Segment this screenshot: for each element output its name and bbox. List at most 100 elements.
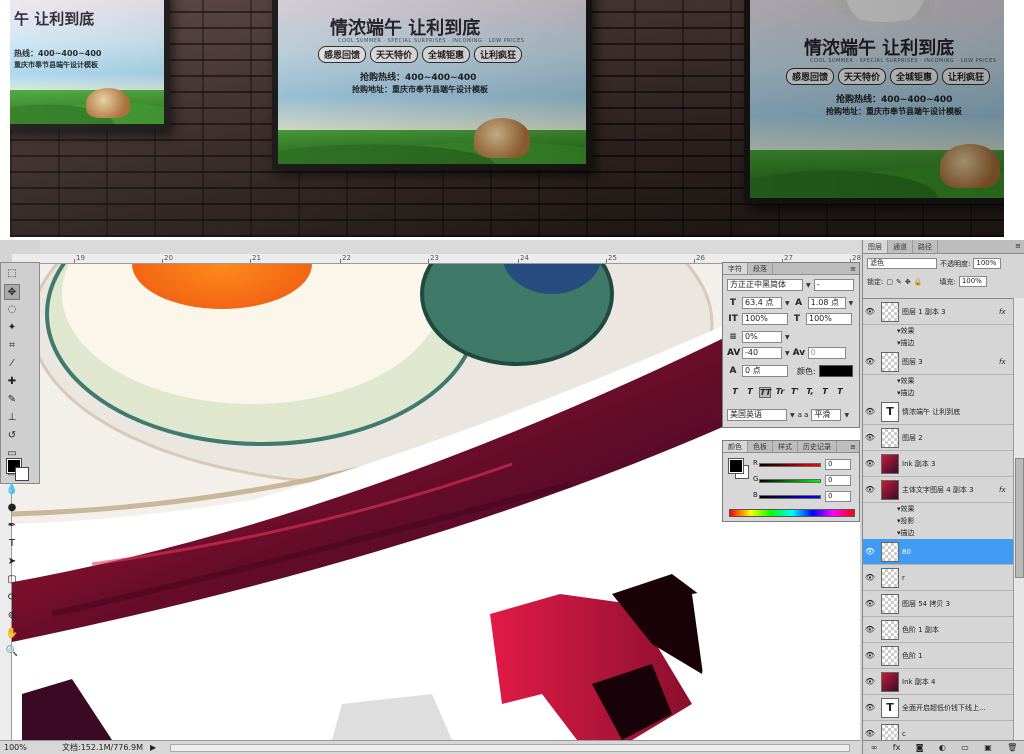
layer-row[interactable]: 👁 T 情浓端午 让利到底	[863, 399, 1013, 425]
scrollbar-thumb[interactable]	[1015, 458, 1024, 578]
brush-tool-icon[interactable]: ✎	[4, 392, 20, 408]
subscript-button[interactable]: T,	[804, 387, 816, 398]
add-style-icon[interactable]: fx	[893, 741, 901, 754]
layer-effect-item[interactable]: ▾ 效果	[863, 503, 1013, 515]
layers-scrollbar[interactable]	[1013, 298, 1024, 740]
magic-wand-tool-icon[interactable]: ✦	[4, 320, 20, 336]
layer-fx-badge[interactable]: fx	[999, 308, 1013, 316]
lock-paint-icon[interactable]: ✎	[896, 278, 902, 286]
chevron-down-icon[interactable]: ▼	[785, 334, 790, 341]
horizontal-scrollbar[interactable]	[170, 744, 850, 752]
tab-history[interactable]: 历史记录	[798, 441, 837, 452]
3d-rotate-tool-icon[interactable]: ⟳	[4, 590, 20, 606]
layer-row[interactable]: 👁 图层 1 副本 3 fx	[863, 299, 1013, 325]
layer-row[interactable]: 👁 Ink 副本 3	[863, 451, 1013, 477]
green-slider[interactable]	[759, 479, 821, 483]
chevron-down-icon[interactable]: ▼	[849, 300, 854, 307]
red-value-field[interactable]: 0	[825, 459, 851, 470]
visibility-eye-icon[interactable]: 👁	[863, 307, 877, 316]
layer-row[interactable]: 👁 Ink 副本 4	[863, 669, 1013, 695]
crop-tool-icon[interactable]: ⌗	[4, 338, 20, 354]
leading-field[interactable]: 1.08 点	[807, 297, 846, 309]
red-slider[interactable]	[759, 463, 821, 467]
layer-row[interactable]: 👁 色阶 1 副本	[863, 617, 1013, 643]
underline-button[interactable]: T	[819, 387, 831, 398]
small-caps-button[interactable]: Tr	[774, 387, 786, 398]
type-tool-icon[interactable]: T	[4, 536, 20, 552]
tab-layers[interactable]: 图层	[863, 240, 888, 253]
visibility-eye-icon[interactable]: 👁	[863, 547, 877, 556]
background-color-swatch[interactable]	[15, 467, 29, 481]
layer-row[interactable]: 👁 T 全面开启超低价钱下线上...	[863, 695, 1013, 721]
document-size-info[interactable]: 文档:152.1M/776.9M	[62, 741, 143, 754]
path-selection-tool-icon[interactable]: ➤	[4, 554, 20, 570]
visibility-eye-icon[interactable]: 👁	[863, 599, 877, 608]
pen-tool-icon[interactable]: ✒	[4, 518, 20, 534]
adjustment-layer-icon[interactable]: ◐	[939, 741, 946, 754]
layer-row[interactable]: 👁 色阶 1	[863, 643, 1013, 669]
layer-effect-item[interactable]: ▾ 投影	[863, 515, 1013, 527]
baseline-shift-field[interactable]: 0 点	[742, 365, 788, 377]
3d-orbit-tool-icon[interactable]: ⊚	[4, 608, 20, 624]
link-layers-icon[interactable]: ∞	[871, 741, 878, 754]
lock-move-icon[interactable]: ✥	[905, 278, 911, 286]
dodge-tool-icon[interactable]: ●	[4, 500, 20, 516]
document-tab[interactable]	[40, 240, 860, 254]
visibility-eye-icon[interactable]: 👁	[863, 407, 877, 416]
fill-field[interactable]: 100%	[958, 276, 987, 287]
opacity-field[interactable]: 100%	[973, 258, 1002, 269]
faux-italic-button[interactable]: T	[744, 387, 756, 398]
superscript-button[interactable]: T'	[789, 387, 801, 398]
color-spectrum-bar[interactable]	[729, 509, 855, 517]
faux-bold-button[interactable]: T	[729, 387, 741, 398]
visibility-eye-icon[interactable]: 👁	[863, 433, 877, 442]
layer-effect-item[interactable]: ▾ 描边	[863, 337, 1013, 349]
tab-character[interactable]: 字符	[723, 263, 748, 274]
chevron-down-icon[interactable]: ▼	[790, 412, 795, 419]
blend-mode-select[interactable]: 滤色	[867, 258, 937, 269]
language-select[interactable]: 美国英语	[727, 409, 787, 421]
lock-transparency-icon[interactable]: ▢	[886, 278, 893, 286]
clone-stamp-tool-icon[interactable]: ⊥	[4, 410, 20, 426]
delete-layer-icon[interactable]: 🗑	[1007, 741, 1017, 754]
strikethrough-button[interactable]: T	[834, 387, 846, 398]
visibility-eye-icon[interactable]: 👁	[863, 573, 877, 582]
lasso-tool-icon[interactable]: ◌	[4, 302, 20, 318]
layer-row[interactable]: 👁 图层 3 fx	[863, 349, 1013, 375]
move-tool-icon[interactable]: ✥	[4, 284, 20, 300]
tab-paths[interactable]: 路径	[913, 240, 938, 253]
horizontal-scale-field[interactable]: 100%	[806, 313, 852, 325]
shape-tool-icon[interactable]: ▢	[4, 572, 20, 588]
marquee-tool-icon[interactable]: ⬚	[4, 266, 20, 282]
antialias-select[interactable]: 平滑	[811, 409, 842, 421]
layer-fx-badge[interactable]: fx	[999, 358, 1013, 366]
visibility-eye-icon[interactable]: 👁	[863, 729, 877, 738]
layer-effect-item[interactable]: ▾ 效果	[863, 375, 1013, 387]
tab-styles[interactable]: 样式	[773, 441, 798, 452]
panel-menu-icon[interactable]: ≡	[847, 263, 859, 274]
font-size-field[interactable]: 63.4 点	[742, 297, 782, 309]
lock-all-icon[interactable]: 🔒	[914, 278, 923, 286]
visibility-eye-icon[interactable]: 👁	[863, 485, 877, 494]
green-value-field[interactable]: 0	[825, 475, 851, 486]
tab-swatches[interactable]: 色板	[748, 441, 773, 452]
layer-effect-item[interactable]: ▾ 效果	[863, 325, 1013, 337]
zoom-tool-icon[interactable]: 🔍	[4, 644, 20, 660]
blur-tool-icon[interactable]: 💧	[4, 482, 20, 498]
layer-fx-badge[interactable]: fx	[999, 486, 1013, 494]
foreground-color-chip[interactable]	[728, 458, 744, 474]
layer-row[interactable]: 👁 80	[863, 539, 1013, 565]
layer-row[interactable]: 👁 图层 54 拷贝 3	[863, 591, 1013, 617]
zoom-level[interactable]: 100%	[4, 741, 27, 754]
add-mask-icon[interactable]: ◙	[916, 741, 924, 754]
kerning-field[interactable]: 0%	[742, 331, 782, 343]
visibility-eye-icon[interactable]: 👁	[863, 651, 877, 660]
font-style-select[interactable]: -	[813, 279, 854, 291]
panel-menu-icon[interactable]: ≡	[847, 441, 859, 452]
new-group-icon[interactable]: ▭	[961, 741, 969, 754]
layer-row[interactable]: 👁 c	[863, 721, 1013, 740]
healing-brush-tool-icon[interactable]: ✚	[4, 374, 20, 390]
layer-row[interactable]: 👁 主体文字图层 4 副本 3 fx	[863, 477, 1013, 503]
chevron-down-icon[interactable]: ▼	[785, 300, 790, 307]
status-menu-arrow-icon[interactable]: ▶	[150, 741, 156, 754]
